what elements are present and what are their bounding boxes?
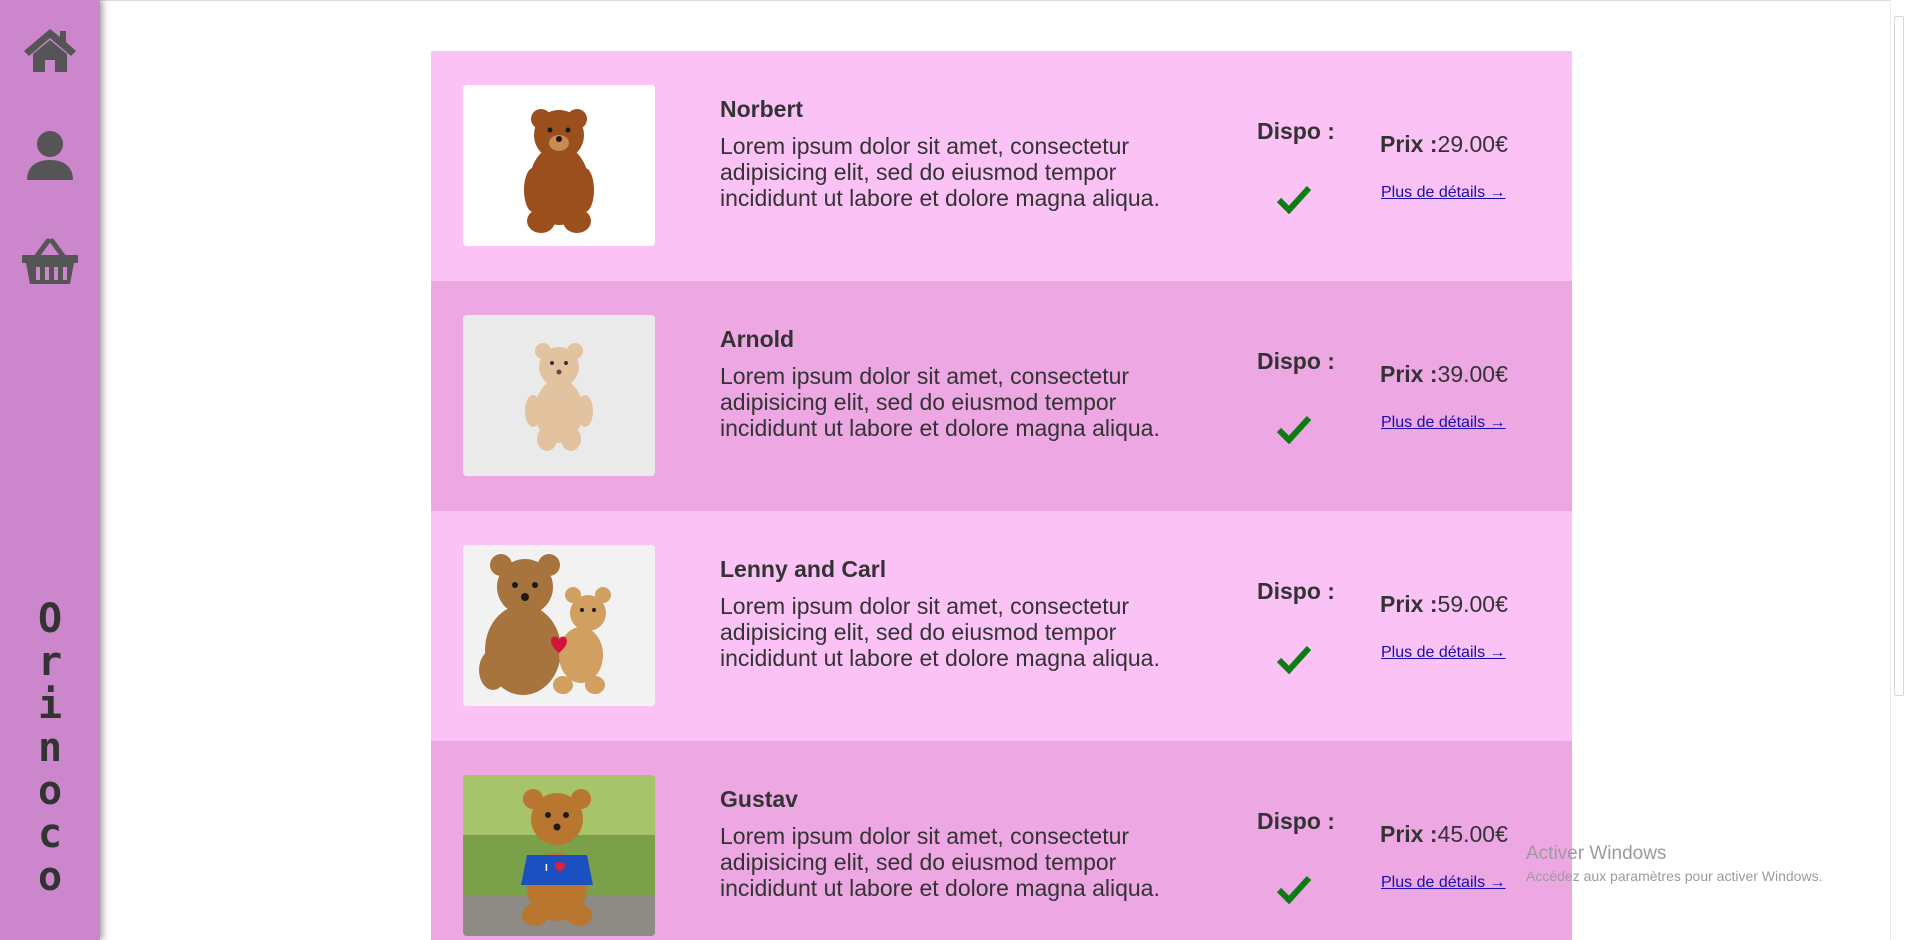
product-price: Prix :59.00€ bbox=[1380, 591, 1508, 618]
product-image: I bbox=[463, 775, 655, 936]
home-icon bbox=[24, 29, 76, 72]
brand-letter: o bbox=[37, 854, 63, 900]
product-name: Gustav bbox=[720, 786, 798, 812]
brand-letter: c bbox=[37, 811, 63, 857]
watermark-subtitle: Accédez aux paramètres pour activer Wind… bbox=[1526, 868, 1823, 884]
brand-letter: i bbox=[37, 682, 63, 728]
price-label: Prix : bbox=[1380, 821, 1438, 847]
price-label: Prix : bbox=[1380, 131, 1438, 157]
product-price: Prix :45.00€ bbox=[1380, 821, 1508, 848]
brand-logo: O r i n o c o bbox=[0, 598, 100, 908]
price-label: Prix : bbox=[1380, 361, 1438, 387]
vertical-scrollbar[interactable] bbox=[1890, 0, 1906, 940]
price-value: 39.00€ bbox=[1437, 361, 1508, 387]
checkmark-icon bbox=[1276, 875, 1312, 904]
price-label: Prix : bbox=[1380, 591, 1438, 617]
checkmark-icon bbox=[1276, 185, 1312, 214]
price-value: 45.00€ bbox=[1437, 821, 1508, 847]
product-card: Norbert Lorem ipsum dolor sit amet, cons… bbox=[431, 51, 1572, 281]
product-description: Lorem ipsum dolor sit amet, consectetur … bbox=[720, 363, 1160, 441]
product-card: Arnold Lorem ipsum dolor sit amet, conse… bbox=[431, 281, 1572, 511]
watermark-title: Activer Windows bbox=[1526, 843, 1667, 864]
price-value: 59.00€ bbox=[1437, 591, 1508, 617]
brand-letter: O bbox=[37, 596, 63, 642]
availability-label: Dispo : bbox=[1257, 808, 1335, 834]
availability-label: Dispo : bbox=[1257, 118, 1335, 144]
details-link[interactable]: Plus de détails → bbox=[1381, 644, 1506, 662]
product-price: Prix :29.00€ bbox=[1380, 131, 1508, 158]
details-link[interactable]: Plus de détails → bbox=[1381, 414, 1506, 432]
details-link[interactable]: Plus de détails → bbox=[1381, 184, 1506, 202]
brand-letter: o bbox=[37, 768, 63, 814]
product-name: Lenny and Carl bbox=[720, 556, 887, 582]
product-description: Lorem ipsum dolor sit amet, consectetur … bbox=[720, 133, 1160, 211]
product-description: Lorem ipsum dolor sit amet, consectetur … bbox=[720, 593, 1160, 671]
windows-activation-watermark: Activer Windows Accédez aux paramètres p… bbox=[1526, 843, 1822, 884]
user-icon bbox=[27, 131, 73, 180]
product-card: Lenny and Carl Lorem ipsum dolor sit ame… bbox=[431, 511, 1572, 741]
checkmark-icon bbox=[1276, 645, 1312, 674]
details-link[interactable]: Plus de détails → bbox=[1381, 874, 1506, 892]
product-image bbox=[463, 85, 655, 246]
product-price: Prix :39.00€ bbox=[1380, 361, 1508, 388]
product-image bbox=[463, 315, 655, 476]
product-card: I Gustav Lorem ipsum dolor sit amet, con… bbox=[431, 741, 1572, 940]
product-image bbox=[463, 545, 655, 706]
home-link[interactable] bbox=[18, 20, 82, 80]
product-name: Arnold bbox=[720, 326, 795, 352]
price-value: 29.00€ bbox=[1437, 131, 1508, 157]
brand-letter: r bbox=[37, 639, 63, 685]
checkmark-icon bbox=[1276, 415, 1312, 444]
brand-letter: n bbox=[37, 725, 63, 771]
product-list: Norbert Lorem ipsum dolor sit amet, cons… bbox=[431, 51, 1572, 940]
svg-text:I: I bbox=[545, 863, 548, 874]
product-description: Lorem ipsum dolor sit amet, consectetur … bbox=[720, 823, 1160, 901]
availability-label: Dispo : bbox=[1257, 578, 1335, 604]
product-name: Norbert bbox=[720, 96, 804, 122]
basket-link[interactable] bbox=[18, 232, 82, 292]
top-border bbox=[0, 0, 1906, 1]
account-link[interactable] bbox=[18, 126, 82, 186]
sidebar: O r i n o c o bbox=[0, 0, 100, 940]
scrollbar-thumb[interactable] bbox=[1894, 16, 1904, 696]
availability-label: Dispo : bbox=[1257, 348, 1335, 374]
basket-icon bbox=[22, 238, 78, 284]
